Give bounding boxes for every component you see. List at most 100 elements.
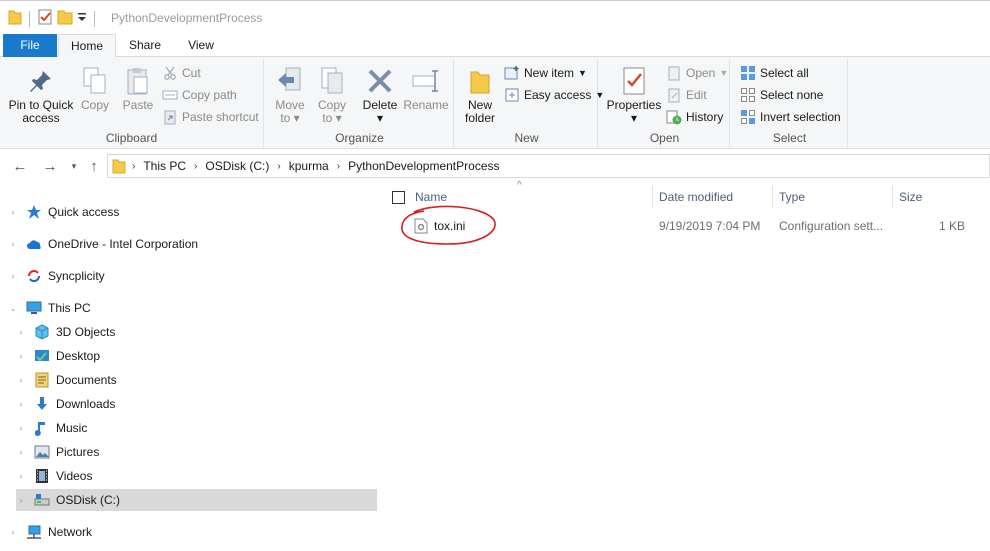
nav-item-syncplicity[interactable]: › Syncplicity — [8, 265, 368, 287]
breadcrumb-kpurma[interactable]: kpurma — [289, 159, 329, 173]
breadcrumb-separator-icon[interactable]: › — [277, 161, 280, 172]
easy-access-button[interactable]: Easy access ▼ — [504, 85, 604, 105]
nav-item-osdisk[interactable]: › OSDisk (C:) — [16, 489, 377, 511]
breadcrumb-osdisk[interactable]: OSDisk (C:) — [205, 159, 269, 173]
edit-button[interactable]: Edit — [666, 85, 707, 105]
move-to-button[interactable]: Move to ▾ — [270, 61, 310, 125]
column-header-type[interactable]: Type — [773, 186, 893, 208]
select-all-checkbox[interactable] — [392, 191, 405, 204]
rename-button[interactable]: Rename — [402, 61, 450, 112]
paste-button[interactable]: Paste — [118, 61, 158, 112]
nav-label: This PC — [48, 301, 91, 315]
nav-item-documents[interactable]: › Documents — [16, 369, 368, 391]
chevron-right-icon[interactable]: › — [16, 351, 26, 361]
copy-label: Copy — [80, 98, 109, 112]
breadcrumb-separator-icon[interactable]: › — [132, 161, 135, 172]
ribbon-tabs: File Home Share View — [0, 34, 990, 58]
nav-item-downloads[interactable]: › Downloads — [16, 393, 368, 415]
documents-icon — [34, 372, 50, 388]
nav-item-network[interactable]: › Network — [8, 521, 368, 543]
nav-label: Syncplicity — [48, 269, 105, 283]
chevron-right-icon[interactable]: › — [16, 447, 26, 457]
chevron-right-icon[interactable]: › — [8, 207, 18, 217]
nav-label: Desktop — [56, 349, 101, 363]
edit-icon — [666, 87, 682, 103]
copy-path-button[interactable]: Copy path — [162, 85, 237, 105]
select-all-label: Select all — [760, 66, 809, 80]
properties-button[interactable]: Properties ▾ — [604, 61, 664, 125]
forward-button[interactable]: → — [40, 156, 60, 176]
invert-selection-icon — [740, 109, 756, 125]
syncplicity-icon — [26, 268, 42, 284]
new-folder-icon[interactable] — [57, 9, 73, 28]
nav-item-pictures[interactable]: › Pictures — [16, 441, 368, 463]
chevron-right-icon[interactable]: › — [16, 423, 26, 433]
history-button[interactable]: History — [666, 107, 723, 127]
chevron-right-icon[interactable]: › — [16, 375, 26, 385]
properties-icon[interactable] — [37, 9, 53, 28]
nav-label: OSDisk (C:) — [56, 493, 120, 507]
pin-to-quick-access-button[interactable]: Pin to Quick access — [6, 61, 76, 125]
divider — [29, 10, 30, 27]
up-button[interactable]: ↑ — [84, 156, 104, 176]
recent-locations-button[interactable]: ▾ — [64, 156, 84, 176]
dropdown-arrow-icon: ▼ — [719, 68, 729, 78]
chevron-right-icon[interactable]: › — [8, 271, 18, 281]
nav-label: Music — [56, 421, 88, 435]
chevron-right-icon[interactable]: › — [16, 399, 26, 409]
paste-label: Paste — [122, 98, 154, 112]
file-list-pane: ^ Name Date modified Type Size tox.ini 9… — [380, 180, 990, 551]
new-folder-icon — [464, 65, 496, 97]
delete-dropdown-arrow: ▾ — [376, 111, 384, 125]
chevron-down-icon[interactable]: ⌄ — [8, 303, 18, 314]
open-button[interactable]: Open ▼ — [666, 63, 728, 83]
open-group: Properties ▾ Open ▼ Edit History Open — [600, 59, 730, 147]
invert-selection-button[interactable]: Invert selection — [740, 107, 841, 127]
navigation-bar: ← → ▾ ↑ › This PC › OSDisk (C:) › kpurma… — [0, 150, 990, 182]
desktop-icon — [34, 348, 50, 364]
tab-view[interactable]: View — [178, 34, 224, 57]
nav-label: Network — [48, 525, 93, 539]
new-folder-label-1: New — [467, 98, 492, 112]
open-label: Open — [686, 66, 716, 80]
chevron-right-icon[interactable]: › — [16, 471, 26, 481]
nav-item-quick-access[interactable]: › Quick access — [8, 201, 368, 223]
tab-file[interactable]: File — [3, 34, 57, 57]
cut-button[interactable]: Cut — [162, 63, 201, 83]
chevron-right-icon[interactable]: › — [8, 527, 18, 537]
column-header-date-modified[interactable]: Date modified — [653, 186, 773, 208]
nav-item-desktop[interactable]: › Desktop — [16, 345, 368, 367]
customize-qat-icon[interactable] — [77, 11, 87, 26]
nav-item-onedrive[interactable]: › OneDrive - Intel Corporation — [8, 233, 368, 255]
breadcrumb-separator-icon[interactable]: › — [337, 161, 340, 172]
nav-item-3d-objects[interactable]: › 3D Objects — [16, 321, 368, 343]
properties-dropdown-arrow: ▾ — [630, 111, 638, 125]
paste-shortcut-button[interactable]: Paste shortcut — [162, 107, 259, 127]
breadcrumb-current-folder[interactable]: PythonDevelopmentProcess — [348, 159, 499, 173]
copy-to-label: Copy — [317, 98, 346, 112]
copy-to-button[interactable]: Copy to ▾ — [312, 61, 352, 125]
new-item-button[interactable]: New item ▼ — [504, 63, 587, 83]
address-bar[interactable]: › This PC › OSDisk (C:) › kpurma › Pytho… — [107, 154, 990, 178]
column-header-size[interactable]: Size — [893, 186, 973, 208]
move-to-label: Move — [275, 98, 305, 112]
breadcrumb-separator-icon[interactable]: › — [194, 161, 197, 172]
nav-label: Documents — [56, 373, 117, 387]
delete-button[interactable]: Delete ▾ — [360, 61, 400, 125]
nav-item-this-pc[interactable]: ⌄ This PC — [8, 297, 368, 319]
chevron-right-icon[interactable]: › — [16, 327, 26, 337]
select-none-button[interactable]: Select none — [740, 85, 823, 105]
nav-label: 3D Objects — [56, 325, 116, 339]
chevron-right-icon[interactable]: › — [16, 495, 26, 505]
copy-button[interactable]: Copy — [76, 61, 114, 112]
breadcrumb-this-pc[interactable]: This PC — [143, 159, 186, 173]
select-all-button[interactable]: Select all — [740, 63, 809, 83]
back-button[interactable]: ← — [10, 156, 30, 176]
tab-share[interactable]: Share — [120, 34, 170, 57]
paste-icon — [122, 65, 154, 97]
nav-item-videos[interactable]: › Videos — [16, 465, 368, 487]
tab-home[interactable]: Home — [58, 34, 116, 58]
chevron-right-icon[interactable]: › — [8, 239, 18, 249]
new-folder-button[interactable]: New folder — [460, 61, 500, 125]
nav-item-music[interactable]: › Music — [16, 417, 368, 439]
